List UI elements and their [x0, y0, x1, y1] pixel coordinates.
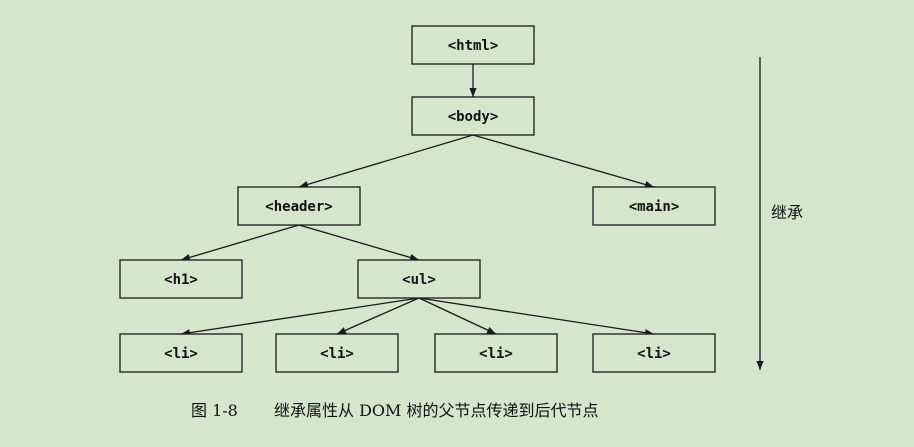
node-h1-label: <h1> — [164, 272, 198, 288]
node-li-3: <li> — [434, 333, 558, 373]
caption-text: 继承属性从 DOM 树的父节点传递到后代节点 — [274, 401, 599, 420]
inheritance-label: 继承 — [771, 203, 803, 222]
inheritance-tree-diagram: <html> <body> <header> <main> <h1> <ul> … — [119, 25, 803, 420]
node-main-label: <main> — [629, 199, 680, 215]
node-li-1: <li> — [119, 333, 243, 373]
node-ul-label: <ul> — [402, 272, 436, 288]
inheritance-direction-indicator: 继承 — [756, 57, 803, 370]
edge-body-to-header — [298, 134, 474, 188]
caption-number: 图 1-8 — [191, 401, 238, 420]
node-main: <main> — [592, 186, 716, 226]
node-html: <html> — [411, 25, 535, 65]
node-header: <header> — [237, 186, 361, 226]
node-body-label: <body> — [448, 109, 499, 125]
node-li-4-label: <li> — [637, 346, 671, 362]
edge-header-to-h1 — [180, 224, 300, 261]
node-html-label: <html> — [448, 38, 499, 54]
node-li-2: <li> — [275, 333, 399, 373]
node-ul: <ul> — [357, 259, 481, 299]
nodes: <html> <body> <header> <main> <h1> <ul> … — [119, 25, 716, 373]
node-li-1-label: <li> — [164, 346, 198, 362]
node-li-3-label: <li> — [479, 346, 513, 362]
node-header-label: <header> — [265, 199, 332, 215]
edge-body-to-main — [472, 134, 655, 188]
figure-caption: 图 1-8 继承属性从 DOM 树的父节点传递到后代节点 — [191, 401, 599, 420]
edge-ul-to-li4 — [418, 297, 655, 337]
node-li-4: <li> — [592, 333, 716, 373]
node-h1: <h1> — [119, 259, 243, 299]
edge-ul-to-li1 — [180, 297, 420, 337]
node-li-2-label: <li> — [320, 346, 354, 362]
node-body: <body> — [411, 96, 535, 136]
edge-header-to-ul — [298, 224, 420, 261]
edge-ul-to-li2 — [336, 297, 420, 335]
